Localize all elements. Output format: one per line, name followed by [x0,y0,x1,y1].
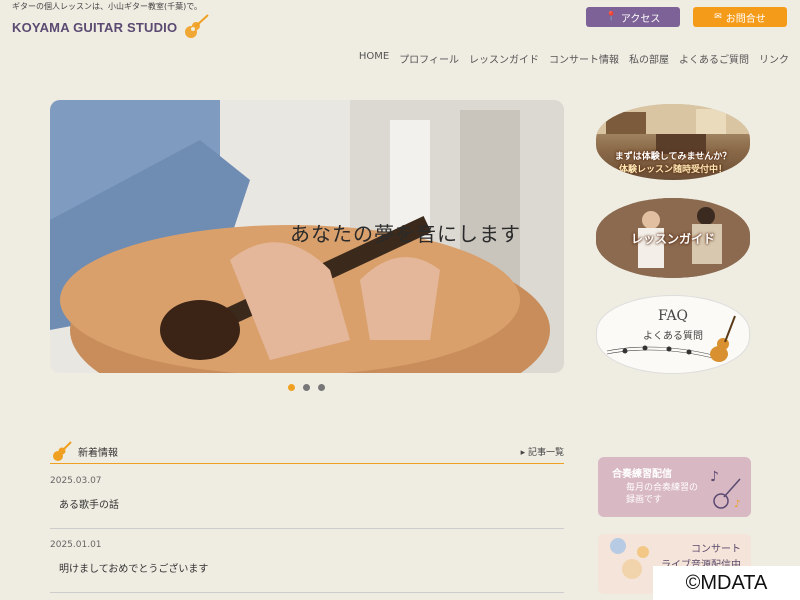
nav-faq[interactable]: よくあるご質問 [674,51,754,66]
svg-text:♪: ♪ [710,469,719,485]
nav-links[interactable]: リンク [754,51,794,66]
slider-dots [288,384,325,391]
mail-icon: ✉ [714,12,722,22]
ensemble-stream-banner[interactable]: 合奏練習配信 毎月の合奏練習の 録画です ♪ ♪ [598,457,751,517]
lesson-guide-label: レッスンガイド [630,232,715,246]
news-heading: 新着情報 [78,448,118,459]
nav-my-room[interactable]: 私の部屋 [624,51,674,66]
access-button[interactable]: 📍 アクセス [586,7,680,27]
news-date: 2025.03.07 [50,476,102,486]
slider-dot-1[interactable] [288,384,295,391]
trial-lesson-card[interactable]: まずは体験してみませんか？ 体験レッスン随時受付中！ [596,104,750,180]
contact-button[interactable]: ✉ お問合せ [693,7,787,27]
news-title: ある歌手の話 [59,500,119,511]
news-title: 明けましておめでとうございます [59,564,209,575]
nav-profile[interactable]: プロフィール [394,51,464,66]
chevron-right-icon: ▸ [520,448,528,458]
hero-slider[interactable]: あなたの夢を音にします [50,100,564,373]
svg-text:♪: ♪ [734,499,740,510]
lesson-guide-card[interactable]: レッスンガイド [596,198,750,278]
watermark: ©MDATA [653,566,800,600]
main-nav: HOME プロフィール レッスンガイド コンサート情報 私の部屋 よくあるご質問… [354,51,794,66]
faq-card[interactable]: FAQ よくある質問 [596,295,750,374]
slider-dot-3[interactable] [318,384,325,391]
music-notes-guitar-icon [606,315,736,362]
tagline: ギターの個人レッスンは、小山ギター教室(千葉)で。 [12,2,202,11]
news-header: 新着情報 ▸ 記事一覧 [50,440,564,464]
guitar-logo-icon [185,14,209,38]
slider-dot-2[interactable] [303,384,310,391]
trial-card-line1: まずは体験してみませんか？ [614,152,732,162]
hero-caption: あなたの夢を音にします [290,222,521,246]
access-label: アクセス [620,13,661,25]
news-item[interactable]: 2025.03.07 ある歌手の話 [50,476,564,529]
map-pin-icon: 📍 [605,12,617,22]
guitar-icon [53,440,72,461]
news-item[interactable]: 2025.01.01 明けましておめでとうございます [50,540,564,593]
site-logo[interactable]: KOYAMA GUITAR STUDIO [12,12,211,42]
news-date: 2025.01.01 [50,540,102,550]
news-all-label: 記事一覧 [527,448,564,458]
contact-label: お問合せ [725,13,766,25]
nav-lesson-guide[interactable]: レッスンガイド [464,51,544,66]
concert-title: コンサート [691,544,741,555]
trial-card-line2: 体験レッスン随時受付中！ [618,165,727,175]
logo-text: KOYAMA GUITAR STUDIO [12,19,178,35]
nav-home[interactable]: HOME [354,51,394,66]
guitar-music-icon: ♪ ♪ [710,469,741,510]
nav-concert[interactable]: コンサート情報 [544,51,624,66]
news-all-link[interactable]: ▸ 記事一覧 [521,445,564,458]
